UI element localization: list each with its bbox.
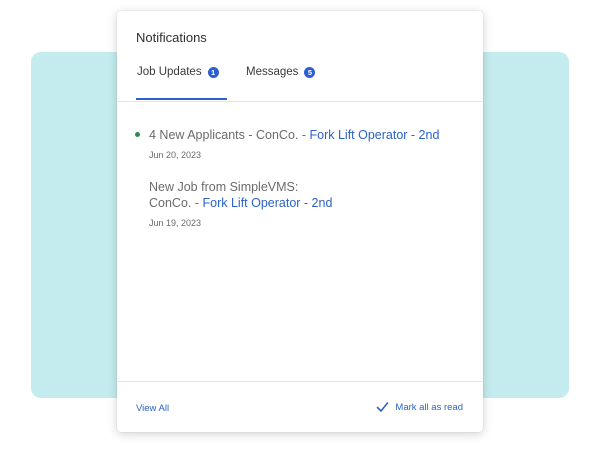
notification-item[interactable]: New Job from SimpleVMS: ConCo. - Fork Li… bbox=[149, 179, 479, 228]
tab-job-updates-label: Job Updates bbox=[137, 66, 202, 78]
tab-messages-badge: 5 bbox=[304, 67, 316, 78]
view-all-link[interactable]: View All bbox=[136, 403, 169, 414]
notification-text: New Job from SimpleVMS: ConCo. - Fork Li… bbox=[149, 179, 479, 211]
notification-item[interactable]: 4 New Applicants - ConCo. - Fork Lift Op… bbox=[135, 127, 479, 160]
tab-job-updates-badge: 1 bbox=[207, 67, 219, 78]
stage: Notifications Job Updates 1 Messages 5 4… bbox=[0, 0, 600, 450]
mark-all-read-button[interactable]: Mark all as read bbox=[376, 401, 463, 413]
tab-bar: Job Updates 1 Messages 5 bbox=[117, 63, 483, 102]
panel-footer: View All Mark all as read bbox=[117, 381, 483, 432]
unread-dot-icon bbox=[135, 132, 140, 137]
notification-date: Jun 20, 2023 bbox=[149, 150, 202, 160]
notification-text: 4 New Applicants - ConCo. - Fork Lift Op… bbox=[149, 127, 479, 143]
notification-date: Jun 19, 2023 bbox=[149, 218, 202, 228]
notification-job-link[interactable]: Fork Lift Operator - 2nd bbox=[203, 196, 333, 210]
tab-messages[interactable]: Messages 5 bbox=[246, 63, 316, 100]
notification-message-line2: ConCo. - bbox=[149, 196, 203, 210]
tab-job-updates[interactable]: Job Updates 1 bbox=[136, 63, 227, 100]
tab-messages-label: Messages bbox=[246, 66, 299, 78]
notification-job-link[interactable]: Fork Lift Operator - 2nd bbox=[310, 128, 440, 142]
notifications-panel: Notifications Job Updates 1 Messages 5 4… bbox=[117, 11, 483, 432]
panel-title: Notifications bbox=[136, 30, 207, 45]
notification-message: 4 New Applicants - ConCo. - bbox=[149, 128, 310, 142]
notification-message: New Job from SimpleVMS: bbox=[149, 180, 299, 194]
mark-all-read-label: Mark all as read bbox=[395, 401, 463, 413]
check-icon bbox=[377, 402, 389, 412]
